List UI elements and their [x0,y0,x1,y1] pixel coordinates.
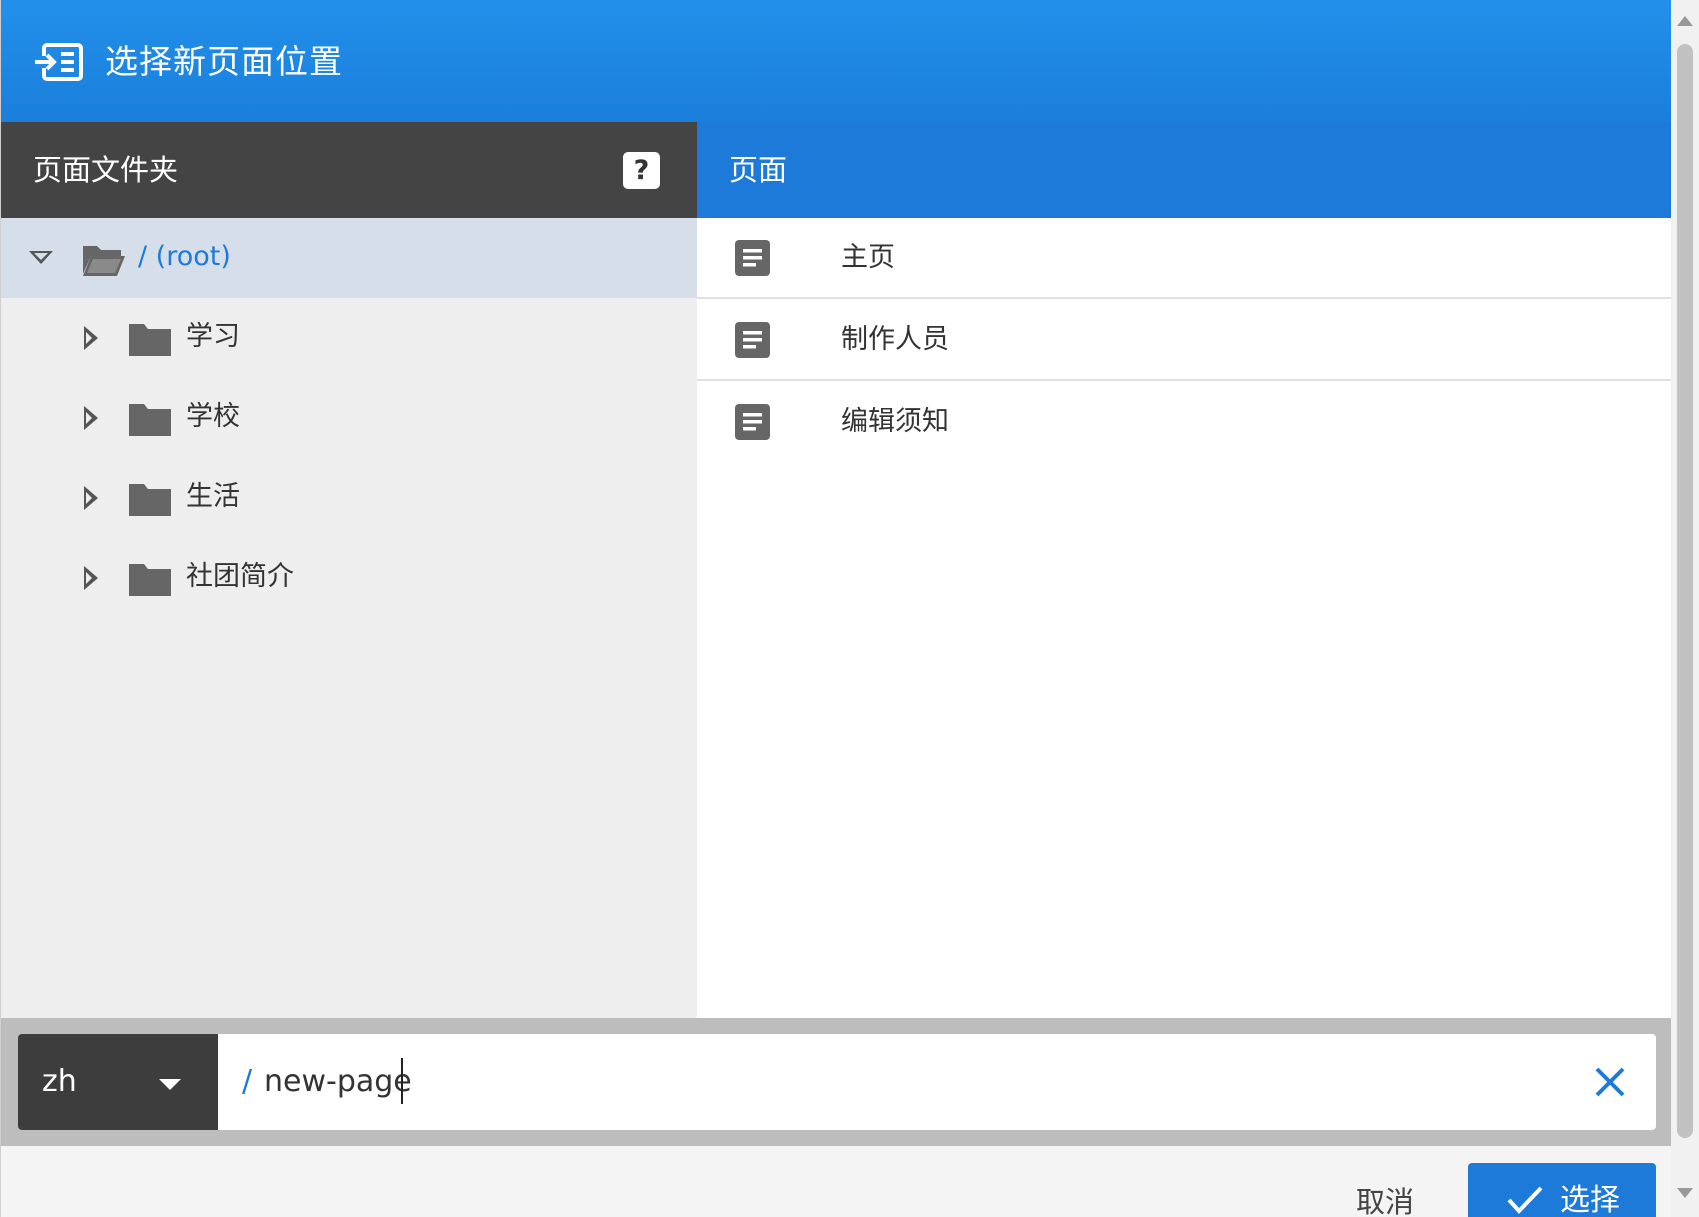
chevron-right-icon[interactable] [84,566,98,590]
location-bar: zh / new-page [1,1018,1671,1146]
tree-item-shenghuo[interactable]: 生活 [1,458,697,538]
path-prefix: / [242,1064,253,1099]
folder-pane-header: 页面文件夹 ? [1,122,697,218]
page-item-label: 编辑须知 [841,406,949,437]
dialog-footer: 取消 选择 [1,1146,1671,1217]
folder-icon [129,324,171,356]
help-button[interactable]: ? [623,152,660,189]
tree-item-label: 学习 [186,321,240,352]
document-icon [735,404,770,440]
locale-value: zh [42,1064,77,1099]
close-icon[interactable] [1592,1064,1628,1100]
tree-item-xuexiao[interactable]: 学校 [1,378,697,458]
scroll-up-arrow-icon[interactable] [1677,16,1693,26]
tree-item-shetuan[interactable]: 社团简介 [1,538,697,618]
chevron-right-icon[interactable] [84,326,98,350]
page-item-editing-notes[interactable]: 编辑须知 [697,382,1671,463]
caret-down-icon [159,1079,181,1090]
document-icon [735,322,770,358]
page-item-home[interactable]: 主页 [697,218,1671,299]
page-pane-title: 页面 [729,153,788,187]
select-button[interactable]: 选择 [1468,1163,1656,1217]
chevron-down-icon[interactable] [29,251,53,264]
folder-icon [129,404,171,436]
tree-item-label: 学校 [186,401,240,432]
scroll-down-arrow-icon[interactable] [1677,1188,1693,1198]
chevron-right-icon[interactable] [84,486,98,510]
folder-open-icon [83,246,125,276]
text-cursor [401,1058,403,1104]
tree-item-xuexi[interactable]: 学习 [1,298,697,378]
folder-tree-pane: 页面文件夹 ? / (root) 学习 学校 生活 社团简介 [1,122,697,1018]
page-item-label: 制作人员 [841,324,949,355]
folder-icon [129,564,171,596]
dialog-title: 选择新页面位置 [105,42,343,81]
path-input[interactable]: / new-page [218,1034,1656,1130]
page-item-credits[interactable]: 制作人员 [697,300,1671,381]
dialog-titlebar: 选择新页面位置 [1,0,1671,122]
tree-item-label: 社团简介 [186,561,294,592]
page-list-pane: 页面 主页 制作人员 编辑须知 [697,122,1671,1018]
document-icon [735,240,770,276]
scroll-thumb[interactable] [1677,44,1693,1138]
cancel-button[interactable]: 取消 [1356,1182,1414,1217]
folder-pane-title: 页面文件夹 [33,153,179,187]
select-button-label: 选择 [1560,1183,1620,1217]
tree-item-label: 生活 [186,481,240,512]
vertical-scrollbar[interactable] [1671,0,1699,1217]
move-to-icon [34,43,83,81]
page-location-dialog: 选择新页面位置 页面文件夹 ? / (root) 学习 学校 生活 社团简介 页… [0,0,1671,1217]
tree-item-root[interactable]: / (root) [1,218,697,298]
chevron-right-icon[interactable] [84,406,98,430]
path-value: new-page [264,1064,412,1099]
locale-select[interactable]: zh [18,1034,218,1130]
page-item-label: 主页 [841,242,895,273]
tree-item-label: / (root) [138,241,231,272]
check-icon [1507,1186,1543,1214]
folder-icon [129,484,171,516]
page-pane-header: 页面 [697,122,1671,218]
